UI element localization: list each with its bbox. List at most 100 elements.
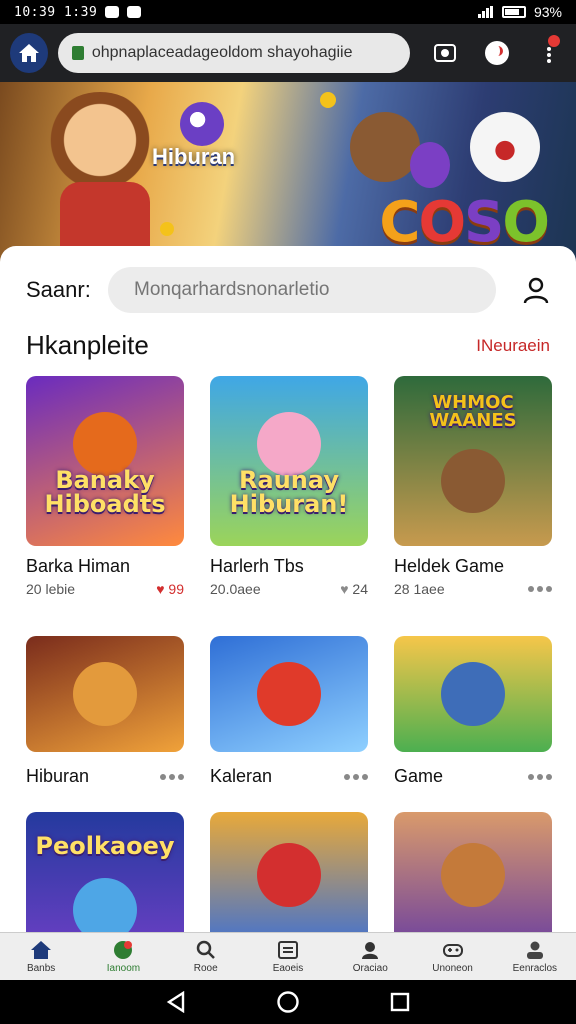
browser-toolbar: ohpnaplaceadageoldom shayohagiie (0, 24, 576, 82)
more-options-icon[interactable] (344, 773, 368, 780)
banner-title: Hiburan (152, 144, 236, 169)
game-title: Heldek Game (394, 556, 505, 576)
banner-character-bird (180, 102, 224, 146)
game-card[interactable] (394, 812, 552, 932)
nav-label: Banbs (26, 962, 56, 974)
nav-item-shop[interactable]: Ianoom (82, 933, 164, 980)
voicemail-icon (105, 6, 120, 18)
lock-icon (71, 46, 84, 60)
game-thumbnail-text: WHMOC WAANES (429, 392, 517, 431)
system-navigation-bar (0, 980, 576, 1024)
like-counter[interactable]: ♥ 24 (340, 581, 368, 597)
like-counter[interactable]: ♥ 99 (156, 581, 184, 597)
back-button[interactable] (164, 990, 188, 1014)
user-account-icon[interactable] (522, 276, 550, 304)
calendar-icon (277, 940, 298, 959)
game-thumbnail-text: Banaky Hiboadts (44, 466, 166, 518)
game-row: Game (394, 766, 552, 787)
tabs-icon (433, 44, 456, 62)
profile-button[interactable] (480, 35, 514, 71)
more-options-icon[interactable] (528, 773, 552, 780)
nav-label: Rooe (193, 962, 218, 974)
game-character-image (257, 662, 321, 726)
search-row: Saanr: (26, 266, 550, 314)
game-stats: 28 1aee (394, 581, 445, 597)
game-title: Harlerh Tbs (210, 556, 304, 576)
game-row: Hiburan (26, 766, 184, 787)
recents-square-icon (390, 992, 410, 1012)
game-card[interactable]: Peolkaoey (26, 812, 184, 932)
nav-label: Ianoom (106, 962, 141, 974)
banner-coin (320, 92, 336, 108)
home-system-button[interactable] (276, 990, 300, 1014)
status-bar: 10:39 1:39 93% (0, 0, 576, 24)
notification-dot (547, 35, 560, 47)
content-sheet: Saanr: Hkanpleite INeuraein Banaky Hiboa… (0, 246, 576, 932)
game-character-image (441, 449, 505, 514)
overflow-menu-button[interactable] (532, 35, 566, 71)
game-thumbnail-text: Raunay Hiburan! (229, 466, 349, 518)
game-card[interactable] (210, 812, 368, 932)
game-thumbnail (394, 812, 552, 932)
game-meta: 20.0aee ♥ 24 (210, 581, 368, 597)
game-thumbnail-text: Peolkaoey (35, 832, 175, 860)
back-triangle-icon (166, 991, 185, 1013)
search-input[interactable] (108, 267, 496, 313)
nav-item-home[interactable]: Banbs (0, 933, 82, 980)
banner-character-ghost (470, 112, 540, 182)
game-meta: 28 1aee (394, 581, 552, 597)
tabs-button[interactable] (428, 35, 462, 71)
section-see-all-link[interactable]: INeuraein (476, 336, 550, 356)
banner-character-monster (350, 112, 420, 182)
game-card[interactable]: Game (394, 636, 552, 787)
hero-banner[interactable]: Hiburan COSO (0, 82, 576, 262)
nav-item-account[interactable]: Eenraclos (494, 933, 576, 980)
address-bar[interactable]: ohpnaplaceadageoldom shayohagiie (57, 33, 410, 73)
game-card[interactable]: WHMOC WAANES Heldek Game 28 1aee (394, 376, 552, 597)
game-character-image (73, 878, 137, 932)
more-options-icon[interactable] (528, 586, 552, 592)
game-thumbnail (210, 812, 368, 932)
heart-icon: ♥ (156, 581, 165, 597)
battery-icon (501, 6, 526, 18)
user-icon (362, 941, 379, 959)
section-header: Hkanpleite INeuraein (26, 330, 550, 361)
banner-coin (160, 222, 174, 236)
game-character-image (441, 843, 505, 907)
section-title: Hkanpleite (26, 330, 149, 360)
game-title: Hiburan (26, 766, 90, 786)
game-card[interactable]: Raunay Hiburan! Harlerh Tbs 20.0aee ♥ 24 (210, 376, 368, 597)
nav-label: Unoneon (432, 962, 473, 974)
nav-item-search[interactable]: Rooe (165, 933, 247, 980)
gamepad-icon (442, 943, 463, 957)
message-icon (127, 6, 142, 18)
recents-button[interactable] (388, 990, 412, 1014)
game-title: Game (394, 766, 444, 786)
signal-icon (477, 6, 494, 18)
game-thumbnail: Raunay Hiburan! (210, 376, 368, 546)
game-stats: 20 lebie (26, 581, 76, 597)
more-options-icon[interactable] (160, 773, 184, 780)
game-thumbnail (394, 636, 552, 752)
profile-icon (484, 41, 509, 65)
nav-item-games[interactable]: Unoneon (411, 933, 493, 980)
nav-label: Oraciao (352, 962, 388, 974)
home-button[interactable] (10, 33, 48, 73)
game-row: Kaleran (210, 766, 368, 787)
search-label: Saanr: (26, 277, 91, 302)
game-card[interactable]: Hiburan (26, 636, 184, 787)
banner-character-purple (410, 142, 450, 188)
game-card[interactable]: Kaleran (210, 636, 368, 787)
home-icon (31, 940, 52, 959)
nav-item-calendar[interactable]: Eaoeis (247, 933, 329, 980)
game-card[interactable]: Banaky Hiboadts Barka Himan 20 lebie ♥ 9… (26, 376, 184, 597)
game-meta: 20 lebie ♥ 99 (26, 581, 184, 597)
game-title: Barka Himan (26, 556, 131, 576)
nav-item-people[interactable]: Oraciao (329, 933, 411, 980)
nav-label: Eaoeis (272, 962, 304, 974)
home-icon (18, 44, 39, 62)
game-thumbnail: Peolkaoey (26, 812, 184, 932)
nav-label: Eenraclos (512, 962, 558, 974)
url-text: ohpnaplaceadageoldom shayohagiie (91, 44, 353, 61)
game-thumbnail: WHMOC WAANES (394, 376, 552, 546)
